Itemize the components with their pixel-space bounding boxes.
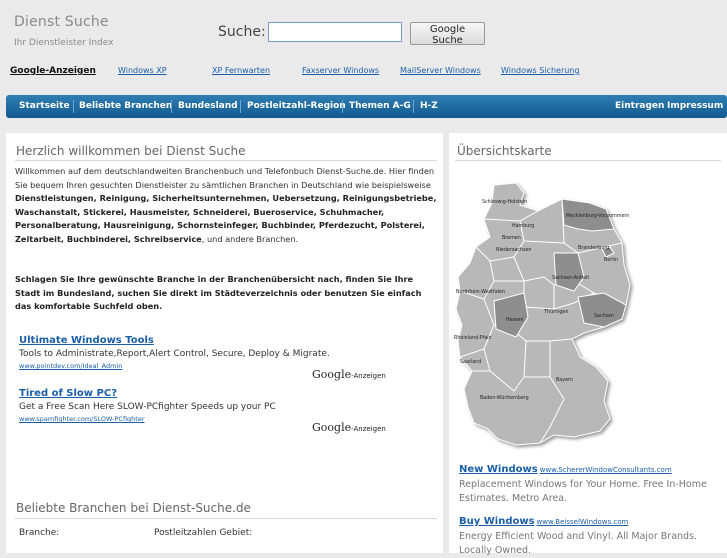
side-ad-block: Buy Windows www.BeisselWindows.com Energy… — [459, 509, 719, 558]
google-search-button[interactable]: Google Suche — [410, 22, 485, 46]
welcome-heading: Herzlich willkommen bei Dienst Suche — [16, 144, 246, 158]
map-label[interactable]: Hamburg — [512, 223, 534, 229]
ad-description: Tools to Administrate,Report,Alert Contr… — [19, 349, 330, 359]
ad-link-windows-xp[interactable]: Windows XP — [118, 66, 167, 75]
nav-separator — [240, 100, 241, 113]
google-badge-text: -Anzeigen — [351, 425, 386, 433]
map-label[interactable]: Niedersachsen — [496, 247, 531, 253]
nav-item-startseite[interactable]: Startseite — [19, 95, 70, 118]
ad-link-mailserver-windows[interactable]: MailServer Windows — [400, 66, 481, 75]
heading-divider — [15, 160, 437, 161]
ad-link-windows-sicherung[interactable]: Windows Sicherung — [501, 66, 579, 75]
ad-links-bar: Google-Anzeigen Windows XP XP Fernwarten… — [0, 66, 727, 80]
nav-item-eintragen[interactable]: Eintragen — [615, 95, 664, 118]
map-label[interactable]: Schleswig-Holstein — [482, 199, 527, 205]
google-ads-badge[interactable]: Google-Anzeigen — [312, 421, 386, 434]
nav-separator — [342, 100, 343, 113]
search-label: Suche: — [218, 24, 266, 40]
main-navigation: Startseite Beliebte Branchen Bundesland … — [6, 95, 727, 118]
intro-lead: Willkommen auf dem deutschlandweiten Bra… — [15, 166, 435, 190]
ad-block: Ultimate Windows Tools Tools to Administ… — [19, 335, 439, 370]
nav-item-themen-a-g[interactable]: Themen A-G — [349, 95, 411, 118]
side-ad-url[interactable]: www.BeisselWindows.com — [537, 518, 629, 526]
map-label[interactable]: Thüringen — [543, 309, 568, 315]
heading-divider — [15, 518, 437, 519]
map-label[interactable]: Bremen — [502, 235, 521, 241]
site-title[interactable]: Dienst Suche — [14, 14, 109, 30]
nav-item-h-z[interactable]: H-Z — [420, 95, 438, 118]
nav-item-beliebte-branchen[interactable]: Beliebte Branchen — [79, 95, 172, 118]
intro-tail: , und andere Branchen. — [201, 233, 299, 244]
search-input[interactable] — [268, 22, 402, 42]
sidebar: Übersichtskarte Schleswig-Holstein Meckl… — [449, 133, 727, 556]
ad-block: Tired of Slow PC? Get a Free Scan Here S… — [19, 388, 439, 423]
popular-branches-heading: Beliebte Branchen bei Dienst-Suche.de — [16, 501, 251, 515]
google-badge-text: -Anzeigen — [351, 372, 386, 380]
nav-item-postleitzahl-region[interactable]: Postleitzahl-Region — [247, 95, 346, 118]
nav-separator — [171, 100, 172, 113]
map-label[interactable]: Rheinland-Pfalz — [454, 335, 492, 341]
map-label[interactable]: Mecklenburg-Vorpommern — [566, 213, 629, 219]
germany-map: Schleswig-Holstein Mecklenburg-Vorpommer… — [454, 182, 631, 446]
side-ad-description: Replacement Windows for Your Home. Free … — [459, 479, 707, 504]
main-content: Herzlich willkommen bei Dienst Suche Wil… — [6, 133, 443, 553]
side-ad-url[interactable]: www.SchererWindowConsultants.com — [540, 466, 672, 474]
map-label[interactable]: Baden-Württemberg — [480, 395, 529, 401]
map-heading: Übersichtskarte — [457, 144, 552, 158]
site-header: Dienst Suche Ihr Dienstleister Index Suc… — [0, 0, 727, 92]
intro-text: Willkommen auf dem deutschlandweiten Bra… — [15, 165, 437, 247]
nav-separator — [73, 100, 74, 113]
ad-title[interactable]: Ultimate Windows Tools — [19, 335, 439, 346]
google-ads-badge[interactable]: Google-Anzeigen — [312, 368, 386, 381]
side-ad-block: New Windows www.SchererWindowConsultants.… — [459, 457, 719, 506]
heading-divider — [455, 160, 721, 161]
ad-link-faxserver-windows[interactable]: Faxserver Windows — [302, 66, 379, 75]
side-ad-title[interactable]: Buy Windows — [459, 516, 535, 527]
nav-separator — [413, 100, 414, 113]
ad-title[interactable]: Tired of Slow PC? — [19, 388, 439, 399]
nav-item-impressum[interactable]: Impressum — [667, 95, 723, 118]
search-instructions: Schlagen Sie Ihre gewünschte Branche in … — [15, 274, 422, 312]
map-label[interactable]: Saarland — [460, 359, 481, 365]
ad-link-google-anzeigen[interactable]: Google-Anzeigen — [10, 66, 96, 76]
google-logo: Google — [312, 368, 352, 381]
map-label[interactable]: Berlin — [604, 257, 618, 263]
google-logo: Google — [312, 421, 352, 434]
side-ad-description: Energy Efficient Wood and Vinyl. All Maj… — [459, 531, 698, 556]
plz-column-label: Postleitzahlen Gebiet: — [154, 528, 253, 538]
map-label[interactable]: Brandenburg — [578, 245, 609, 251]
nav-item-bundesland[interactable]: Bundesland — [178, 95, 238, 118]
map-label[interactable]: Sachsen — [594, 313, 614, 319]
ad-description: Get a Free Scan Here SLOW-PCfighter Spee… — [19, 402, 276, 412]
side-ad-title[interactable]: New Windows — [459, 464, 538, 475]
ad-link-xp-fernwarten[interactable]: XP Fernwarten — [212, 66, 270, 75]
map-label[interactable]: Nordrhein-Westfalen — [456, 289, 505, 295]
site-subtitle: Ihr Dienstleister Index — [14, 38, 114, 48]
map-label[interactable]: Hessen — [506, 317, 524, 323]
map-label[interactable]: Sachsen-Anhalt — [552, 275, 589, 281]
map-label[interactable]: Bayern — [556, 377, 573, 383]
branche-column-label: Branche: — [19, 528, 60, 538]
